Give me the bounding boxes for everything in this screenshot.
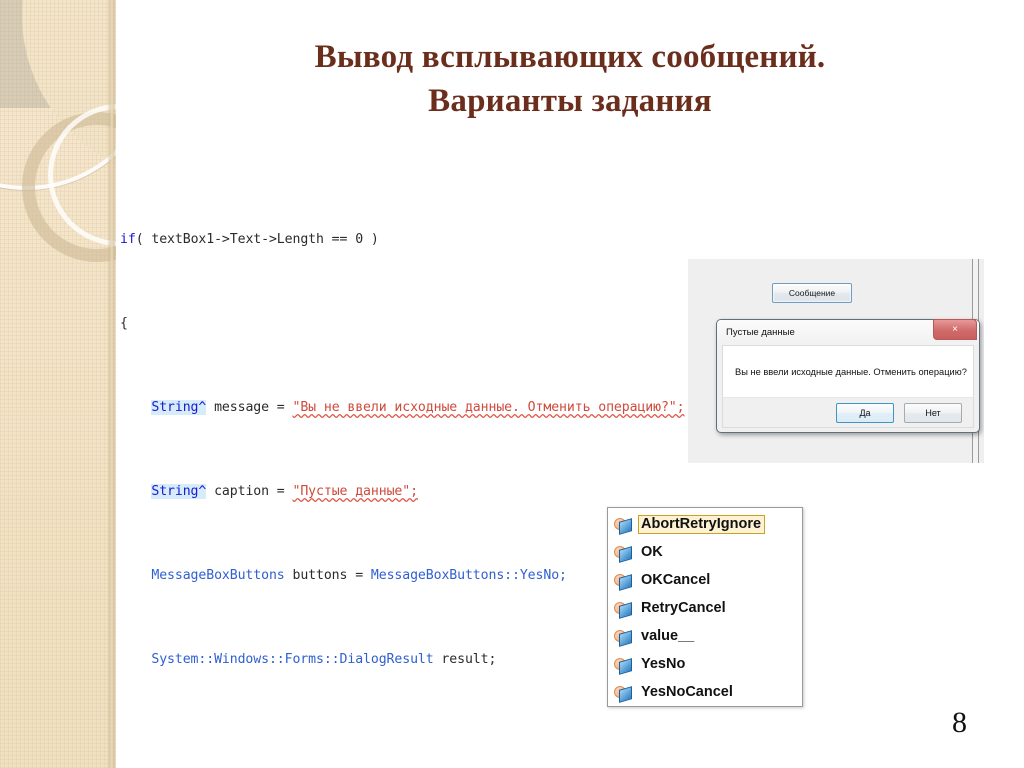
dropdown-item-label: YesNoCancel: [641, 683, 733, 700]
dropdown-item-label: OKCancel: [641, 571, 711, 588]
dialog-yes-button[interactable]: Да: [836, 402, 894, 423]
dialog-message-text: Вы не ввели исходные данные. Отменить оп…: [735, 366, 967, 377]
presentation-slide: Вывод всплывающих сообщений. Варианты за…: [0, 0, 1024, 768]
winforms-form: Сообщение Пустые данные × Вы не ввели ис…: [688, 259, 984, 463]
slide-title: Вывод всплывающих сообщений. Варианты за…: [130, 36, 1010, 123]
enum-member-icon: [614, 517, 632, 535]
enum-member-icon: [614, 601, 632, 619]
embedded-screenshot: Сообщение Пустые данные × Вы не ввели ис…: [488, 259, 984, 463]
dropdown-item-label: value__: [641, 627, 695, 644]
message-button[interactable]: Сообщение: [772, 283, 852, 303]
dialog-body: Вы не ввели исходные данные. Отменить оп…: [722, 345, 974, 397]
dialog-no-label: Нет: [925, 407, 941, 418]
dialog-no-button[interactable]: Нет: [904, 402, 962, 423]
code-token-string-type: String^: [151, 400, 207, 415]
code-line-4: String^ caption = "Пустые данные";: [120, 481, 684, 502]
enum-member-icon: [614, 629, 632, 647]
code-line-5: MessageBoxButtons buttons = MessageBoxBu…: [120, 565, 684, 586]
sidebar-edge-stripe: [107, 0, 116, 768]
dropdown-item-abortretryignore[interactable]: AbortRetryIgnore: [608, 510, 802, 538]
dropdown-item-yesnocancel[interactable]: YesNoCancel: [608, 678, 802, 706]
code-token-buttons-assign: buttons =: [284, 568, 371, 583]
dropdown-item-label: AbortRetryIgnore: [638, 514, 766, 534]
code-line-7-blank: [120, 733, 684, 754]
code-token-caption-literal: "Пустые данные";: [292, 484, 419, 499]
code-token-brace-open: {: [120, 316, 128, 331]
code-token-message-var: message =: [206, 400, 293, 415]
enum-member-icon: [614, 685, 632, 703]
dropdown-item-ok[interactable]: OK: [608, 538, 802, 566]
dropdown-item-label: RetryCancel: [641, 599, 726, 616]
code-line-1: if( textBox1->Text->Length == 0 ): [120, 229, 684, 250]
slide-title-line-1: Вывод всплывающих сообщений.: [314, 39, 826, 75]
code-token-mbb-value: MessageBoxButtons::YesNo;: [370, 568, 567, 583]
dialog-yes-label: Да: [859, 407, 871, 418]
code-token-result-var: result;: [433, 652, 497, 667]
enum-member-icon: [614, 545, 632, 563]
message-button-label: Сообщение: [788, 288, 836, 298]
code-token-dialogresult-decl: System::Windows::Forms::DialogResult: [151, 652, 434, 667]
decorative-sidebar: [0, 0, 116, 768]
dropdown-item-value[interactable]: value__: [608, 622, 802, 650]
dialog-footer: Да Нет: [722, 397, 974, 428]
dialog-title-text: Пустые данные: [726, 327, 795, 338]
enum-member-icon: [614, 657, 632, 675]
dropdown-item-okcancel[interactable]: OKCancel: [608, 566, 802, 594]
dialog-title-bar: Пустые данные ×: [717, 319, 979, 345]
close-icon[interactable]: ×: [933, 319, 977, 340]
code-token-condition: ( textBox1->Text->Length == 0 ): [135, 232, 379, 247]
code-token-string-type-2: String^: [151, 484, 207, 499]
slide-title-line-2: Варианты задания: [428, 82, 712, 119]
enum-member-icon: [614, 573, 632, 591]
code-token-if: if: [120, 232, 136, 247]
intellisense-dropdown[interactable]: AbortRetryIgnore OK OKCancel RetryCancel…: [607, 507, 803, 707]
code-token-mbb-type: MessageBoxButtons: [151, 568, 285, 583]
dropdown-item-label: OK: [641, 543, 663, 560]
code-block: if( textBox1->Text->Length == 0 ) { Stri…: [120, 166, 685, 768]
dropdown-item-yesno[interactable]: YesNo: [608, 650, 802, 678]
message-box-dialog: Пустые данные × Вы не ввели исходные дан…: [716, 319, 980, 433]
page-number: 8: [952, 706, 967, 739]
dropdown-item-retrycancel[interactable]: RetryCancel: [608, 594, 802, 622]
code-line-6: System::Windows::Forms::DialogResult res…: [120, 649, 684, 670]
code-token-caption-var: caption =: [206, 484, 293, 499]
dropdown-item-label: YesNo: [641, 655, 686, 672]
